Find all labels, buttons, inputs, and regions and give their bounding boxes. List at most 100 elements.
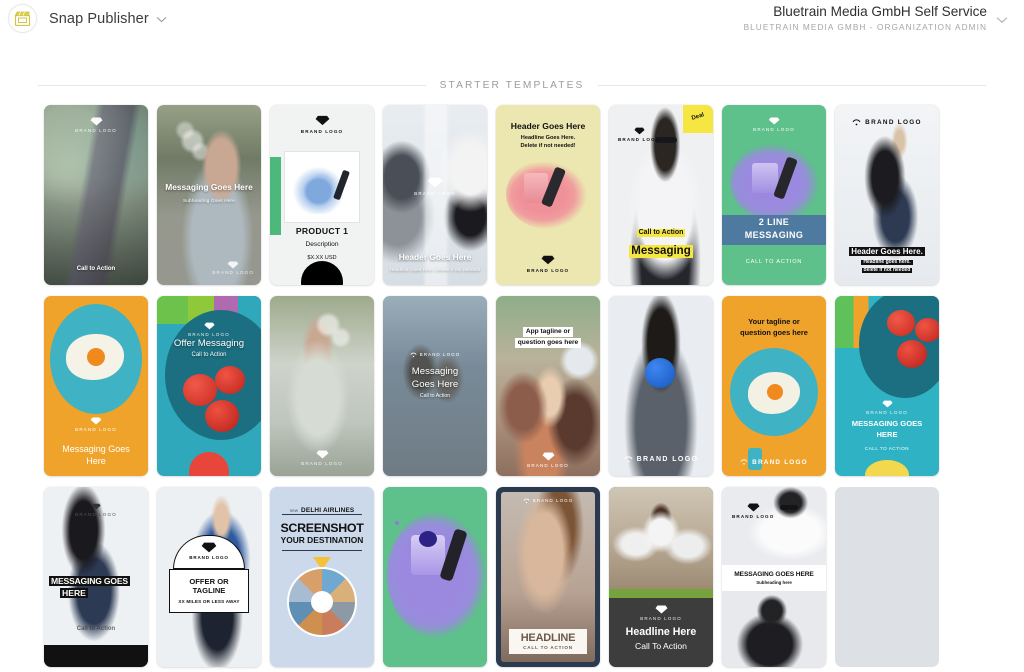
- template-card[interactable]: BRAND LOGO PRODUCT 1 Description $X.XX U…: [270, 105, 374, 285]
- ghost-icon: [624, 456, 633, 463]
- tomato: [897, 340, 927, 368]
- subheadline-label: Subheading here: [756, 580, 792, 585]
- cta-label: Call to Action: [76, 626, 116, 633]
- template-card[interactable]: BRAND LOGO Header Goes Here Headline Goe…: [383, 105, 487, 285]
- template-card[interactable]: BRAND LOGO Messaging Goes Here: [44, 296, 148, 476]
- destination-wheel: [287, 567, 357, 637]
- brand-logo-label: BRAND LOGO: [414, 191, 456, 196]
- brand-logo-label: BRAND LOGO: [189, 555, 229, 560]
- egg-yolk: [767, 384, 783, 400]
- chevron-down-icon: [156, 10, 167, 28]
- headline-label: HEADLINE: [520, 632, 576, 644]
- brand-logo-label: BRAND LOGO: [75, 128, 117, 133]
- brand-logo-block: BRAND LOGO: [44, 503, 148, 517]
- ghost-icon: [523, 498, 530, 504]
- app-logo[interactable]: [8, 4, 37, 33]
- product-bottle: [752, 163, 778, 193]
- tomato: [887, 310, 915, 336]
- brand-logo-block: BRAND LOGO: [753, 117, 795, 132]
- headline-label: Messaging Goes Here: [165, 182, 253, 192]
- template-card[interactable]: BRAND LOGO Offer Messaging Call to Actio…: [157, 296, 261, 476]
- cta-label: CALL TO ACTION: [745, 258, 803, 265]
- brand-logo-block: BRAND LOGO: [157, 322, 261, 337]
- template-card[interactable]: BRAND LOGO HEADLINE CALL TO ACTION: [496, 487, 600, 667]
- headline-label: Messaging Goes: [62, 443, 130, 454]
- sunglasses-icon: [780, 505, 798, 510]
- ghost-icon: [740, 459, 748, 465]
- section-title: STARTER TEMPLATES: [439, 80, 585, 91]
- ghost-icon: [410, 352, 417, 358]
- diamond-icon: [315, 115, 329, 126]
- headline2-label: YOUR DESTINATION: [280, 535, 364, 545]
- divider-right: [598, 85, 987, 86]
- template-card[interactable]: BRAND LOGO Call to Action: [44, 105, 148, 285]
- divider: [282, 550, 362, 552]
- brand-logo-label: BRAND LOGO: [865, 119, 922, 126]
- template-card[interactable]: BRAND LOGO MESSAGING GOES HERE CALL TO A…: [835, 296, 939, 476]
- template-card[interactable]: BRAND LOGO OFFER OR TAGLINE XX MILES OR …: [157, 487, 261, 667]
- diamond-icon: [227, 261, 239, 269]
- brand-logo-block: BRAND LOGO: [835, 119, 939, 126]
- template-card[interactable]: App tagline or question goes here BRAND …: [496, 296, 600, 476]
- brand-logo-label: BRAND LOGO: [301, 460, 343, 466]
- product-cap: [419, 531, 437, 547]
- product-splash: [387, 513, 485, 637]
- template-card[interactable]: BRAND LOGO: [270, 296, 374, 476]
- headline-label: Header Goes Here: [510, 121, 586, 131]
- template-card[interactable]: BRAND LOGO: [609, 296, 713, 476]
- organization-switcher[interactable]: Bluetrain Media GmbH Self Service BLUETR…: [744, 4, 1010, 33]
- subject-silhouette: [722, 487, 826, 565]
- balloon: [645, 358, 675, 388]
- brand-logo-label: BRAND LOGO: [75, 512, 117, 517]
- cta-label: CALL TO ACTION: [864, 446, 910, 451]
- headline-band: MESSAGING GOES HERE Subheading here: [722, 565, 826, 591]
- template-card[interactable]: Deal BRAND LOGO Call to Action Messaging: [609, 105, 713, 285]
- bottom-shape: [865, 460, 909, 476]
- headline-label: Your tagline or: [748, 317, 800, 326]
- headline2-label: TAGLINE: [192, 586, 226, 595]
- template-card[interactable]: [383, 487, 487, 667]
- template-card[interactable]: BRAND LOGO MESSAGING GOES HERE Call to A…: [44, 487, 148, 667]
- cta-label: Call To Action: [635, 641, 687, 651]
- brand-logo-block: BRAND LOGO: [212, 261, 254, 275]
- subheadline2-label: Delete if not needed!: [520, 143, 576, 149]
- organization-info: Bluetrain Media GmbH Self Service BLUETR…: [744, 4, 987, 33]
- headline-box: HEADLINE CALL TO ACTION: [509, 629, 587, 654]
- app-brand: Snap Publisher: [8, 4, 167, 33]
- headline2-label: Goes Here: [411, 379, 459, 390]
- template-card[interactable]: BRAND LOGO MESSAGING GOES HERE Subheadin…: [722, 487, 826, 667]
- section-header: STARTER TEMPLATES: [38, 80, 987, 91]
- diamond-icon: [427, 177, 443, 188]
- template-card[interactable]: BRAND LOGO 2 LINE MESSAGING CALL TO ACTI…: [722, 105, 826, 285]
- brand-logo-block: BRAND LOGO: [732, 503, 774, 519]
- template-card[interactable]: BRAND LOGO Messaging Goes Here Call to A…: [383, 296, 487, 476]
- brand-logo-block: BRAND LOGO: [501, 498, 595, 504]
- brand-logo-block: BRAND LOGO: [270, 115, 374, 134]
- template-card-placeholder[interactable]: [835, 487, 939, 667]
- subheadline-label: Headline Goes Here.: [520, 135, 576, 141]
- egg-yolk: [87, 348, 105, 366]
- diamond-icon: [747, 503, 760, 512]
- brand-logo-block: BRAND LOGO: [44, 117, 148, 133]
- brand-logo-label: BRAND LOGO: [526, 267, 570, 273]
- template-card[interactable]: new DELHI AIRLINES SCREENSHOT YOUR DESTI…: [270, 487, 374, 667]
- app-name-dropdown[interactable]: Snap Publisher: [49, 10, 167, 28]
- cta-label: XX MILES OR LESS AWAY: [178, 599, 240, 604]
- brand-logo-block: BRAND LOGO: [618, 127, 660, 142]
- template-card[interactable]: Header Goes Here Headline Goes Here. Del…: [496, 105, 600, 285]
- diamond-icon: [203, 322, 215, 330]
- template-card[interactable]: Your tagline or question goes here BRAND…: [722, 296, 826, 476]
- tomato: [183, 374, 217, 406]
- diamond-icon: [201, 542, 217, 553]
- brand-logo-label: BRAND LOGO: [752, 458, 808, 466]
- template-card[interactable]: BRAND LOGO Headline Here Call To Action: [609, 487, 713, 667]
- chevron-down-icon: [996, 11, 1008, 29]
- brand-logo-block: BRAND LOGO: [270, 450, 374, 466]
- template-card[interactable]: Messaging Goes Here Subheading Goes Here…: [157, 105, 261, 285]
- top-panel: BRAND LOGO: [722, 487, 826, 565]
- brand-logo-block: BRAND LOGO: [383, 352, 487, 358]
- ghost-icon: [852, 119, 861, 126]
- subheadline-label: Headline Goes Here. Delete if not needed…: [389, 266, 481, 272]
- template-card[interactable]: BRAND LOGO Header Goes Here. Headline go…: [835, 105, 939, 285]
- clapperboard-icon: [14, 11, 31, 26]
